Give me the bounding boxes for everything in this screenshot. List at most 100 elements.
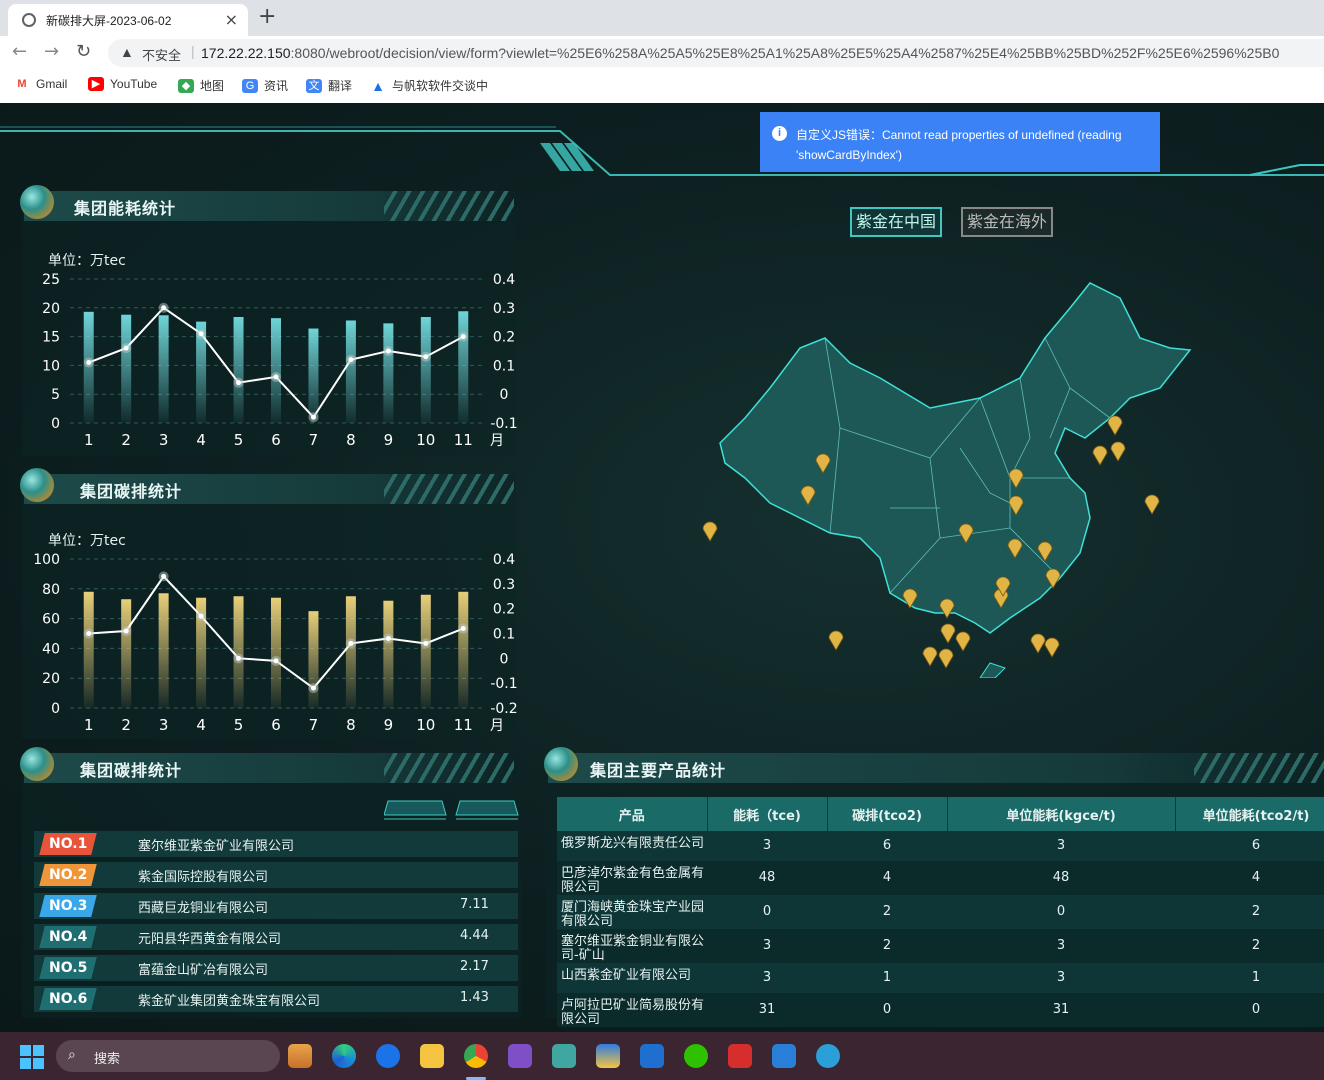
browser-tab[interactable]: 新碳排大屏-2023-06-02 × <box>8 4 248 36</box>
line-point <box>198 331 204 337</box>
table-row: 厦门海峡黄金珠宝产业园有限公司 0 2 0 2 <box>557 895 1324 929</box>
bar <box>271 597 281 708</box>
bookmark-translate[interactable]: 文翻译 <box>306 77 352 94</box>
product-name-cell: 卢阿拉巴矿业简易股份有限公司 <box>557 993 707 1027</box>
value-cell: 4 <box>1175 861 1324 895</box>
y-tick-label: 0 <box>51 701 60 717</box>
china-map[interactable] <box>690 278 1200 678</box>
visual-studio-icon[interactable] <box>508 1044 532 1068</box>
tab-overseas[interactable]: 紫金在海外 <box>961 207 1053 237</box>
translate-icon: 文 <box>306 78 322 93</box>
product-name-cell: 俄罗斯龙兴有限责任公司 <box>557 831 707 861</box>
back-icon[interactable]: ← <box>12 41 27 62</box>
value-cell: 2 <box>827 895 947 929</box>
x-tick-label: 7 <box>309 716 319 734</box>
bookmark-maps[interactable]: ◆ 地图 <box>178 77 224 94</box>
ranking-row: NO.6 紫金矿业集团黄金珠宝有限公司 1.43 <box>34 986 518 1012</box>
bookmark-youtube[interactable]: ▶ YouTube <box>88 77 157 91</box>
x-tick-label: 10 <box>416 431 435 449</box>
close-tab-icon[interactable]: × <box>225 10 238 29</box>
app2-icon[interactable] <box>552 1044 576 1068</box>
line-point <box>348 640 354 646</box>
wps-icon[interactable] <box>728 1044 752 1068</box>
store-icon[interactable] <box>288 1044 312 1068</box>
y2-tick-label: 0.2 <box>493 602 515 618</box>
tab-strip: 新碳排大屏-2023-06-02 × + <box>0 0 1324 36</box>
product-panel-title: 集团主要产品统计 <box>590 761 727 780</box>
reload-icon[interactable]: ↻ <box>76 41 91 62</box>
x-tick-label: 8 <box>346 716 356 734</box>
value-cell: 0 <box>707 895 827 929</box>
bookmark-fanruan[interactable]: ▲ 与帆软软件交谈中 <box>370 77 488 94</box>
forward-icon[interactable]: → <box>44 41 59 62</box>
y2-tick-label: 0.1 <box>493 627 515 643</box>
ranking-row: NO.4 元阳县华西黄金有限公司 4.44 <box>34 924 518 950</box>
rank-value: 4.44 <box>460 928 489 943</box>
y2-tick-label: 0.3 <box>493 301 515 317</box>
value-cell: 3 <box>707 929 827 963</box>
orb-icon <box>20 747 54 781</box>
y2-tick-label: -0.2 <box>490 701 517 717</box>
value-cell: 3 <box>707 963 827 993</box>
column-header: 产品 <box>557 797 708 831</box>
bar <box>158 315 169 423</box>
ranking-panel-header: 集团碳排统计 <box>20 747 514 783</box>
insecure-label[interactable]: 不安全 <box>142 45 181 64</box>
bookmark-gmail[interactable]: M Gmail <box>14 77 67 91</box>
new-tab-icon[interactable]: + <box>258 4 276 29</box>
taskbar-search[interactable]: ⌕ 搜索 <box>56 1040 280 1072</box>
x-tick-label: 9 <box>384 431 394 449</box>
dashboard-page: i 自定义JS错误：Cannot read properties of unde… <box>0 103 1324 1032</box>
y-tick-label: 80 <box>42 582 60 598</box>
y2-tick-label: 0 <box>500 651 509 667</box>
globe-icon <box>22 13 36 27</box>
y-tick-label: 40 <box>42 641 60 657</box>
line-point <box>86 360 92 366</box>
line-point <box>460 334 466 340</box>
value-cell: 0 <box>827 993 947 1027</box>
x-tick-label: 4 <box>196 716 206 734</box>
app3-icon[interactable] <box>640 1044 664 1068</box>
warning-icon[interactable]: ▲ <box>120 44 134 60</box>
line-point <box>423 640 429 646</box>
product-name-cell: 厦门海峡黄金珠宝产业园有限公司 <box>557 895 707 929</box>
file-explorer-icon[interactable] <box>420 1044 444 1068</box>
bar <box>121 599 132 708</box>
company-name: 紫金国际控股有限公司 <box>138 870 269 885</box>
windows-start-icon[interactable] <box>20 1045 44 1069</box>
url-text[interactable]: 172.22.22.150:8080/webroot/decision/view… <box>201 45 1279 61</box>
line-point <box>236 380 242 386</box>
ranking-toggle-buttons[interactable] <box>384 799 524 821</box>
tab-title: 新碳排大屏-2023-06-02 <box>46 14 172 28</box>
bookmark-news[interactable]: G 资讯 <box>242 77 288 94</box>
table-row: 山西紫金矿业有限公司 3 1 3 1 <box>557 963 1324 993</box>
app-icon[interactable] <box>376 1044 400 1068</box>
shield-icon[interactable] <box>596 1044 620 1068</box>
product-panel-header: 集团主要产品统计 <box>544 747 1324 783</box>
ranking-row: NO.2 紫金国际控股有限公司 <box>34 862 518 888</box>
y-tick-label: 100 <box>33 552 60 568</box>
x-tick-label: 1 <box>84 716 94 734</box>
ranking-row: NO.3 西藏巨龙铜业有限公司 7.11 <box>34 893 518 919</box>
edge-icon[interactable] <box>332 1044 356 1068</box>
bar <box>345 596 356 708</box>
app5-icon[interactable] <box>816 1044 840 1068</box>
rank-badge: NO.2 <box>39 864 97 886</box>
x-tick-label: 3 <box>159 431 169 449</box>
tab-china[interactable]: 紫金在中国 <box>850 207 942 237</box>
line-point <box>236 655 242 661</box>
url-input[interactable]: ▲ 不安全 | 172.22.22.150:8080/webroot/decis… <box>108 39 1324 67</box>
column-header: 单位能耗(tco2/t) <box>1175 797 1324 831</box>
y2-tick-label: 0.4 <box>493 272 515 288</box>
app4-icon[interactable] <box>772 1044 796 1068</box>
chrome-icon[interactable] <box>464 1044 488 1068</box>
y2-tick-label: 0 <box>500 387 509 403</box>
wechat-icon[interactable] <box>684 1044 708 1068</box>
column-header: 能耗（tce) <box>707 797 828 831</box>
line-point <box>385 348 391 354</box>
orb-icon <box>544 747 578 781</box>
maps-icon: ◆ <box>178 78 194 93</box>
line-point <box>348 357 354 363</box>
js-error-toast[interactable]: i 自定义JS错误：Cannot read properties of unde… <box>760 112 1160 172</box>
browser-chrome: 新碳排大屏-2023-06-02 × + ← → ↻ ▲ 不安全 | 172.2… <box>0 0 1324 103</box>
